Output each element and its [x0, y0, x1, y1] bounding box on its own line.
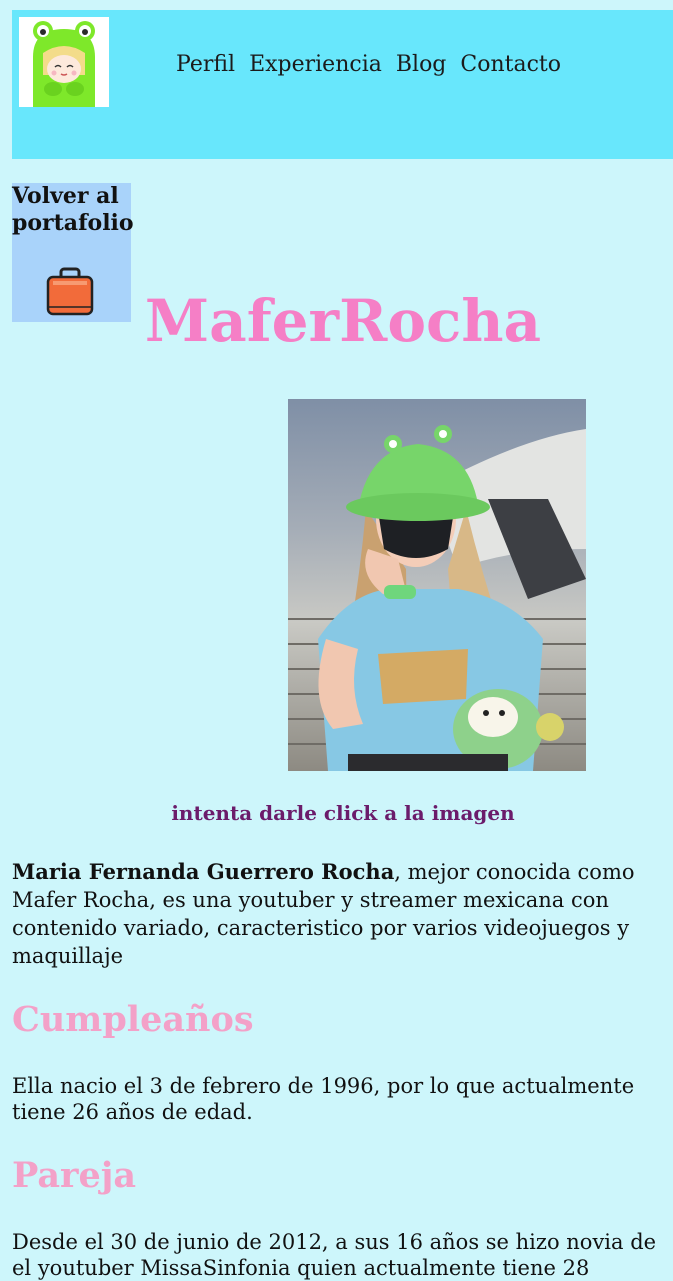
- nav-item-contacto[interactable]: Contacto: [460, 52, 561, 77]
- site-header: Perfil Experiencia Blog Contacto: [12, 10, 673, 159]
- section-heading-cumpleanos: Cumpleaños: [12, 999, 254, 1040]
- nav-item-blog[interactable]: Blog: [396, 52, 447, 77]
- frog-avatar-icon: [19, 17, 109, 107]
- logo-avatar[interactable]: [19, 17, 109, 107]
- section-heading-pareja: Pareja: [12, 1155, 137, 1196]
- profile-photo-image: [288, 399, 586, 771]
- nav-item-perfil[interactable]: Perfil: [176, 52, 235, 77]
- section-text-pareja: Desde el 30 de junio de 2012, a sus 16 a…: [12, 1230, 657, 1280]
- photo-caption: intenta darle click a la imagen: [171, 801, 515, 825]
- section-text-cumpleanos: Ella nacio el 3 de febrero de 1996, por …: [12, 1074, 635, 1124]
- nav-item-experiencia[interactable]: Experiencia: [249, 52, 382, 77]
- back-to-portfolio-label: Volver al portafolio: [12, 183, 134, 236]
- page-title: MaferRocha: [144, 287, 542, 355]
- bio-paragraph: Maria Fernanda Guerrero Rocha, mejor con…: [12, 858, 672, 970]
- profile-photo[interactable]: [288, 399, 586, 771]
- bio-name: Maria Fernanda Guerrero Rocha: [12, 859, 395, 884]
- main-nav: Perfil Experiencia Blog Contacto: [176, 52, 561, 77]
